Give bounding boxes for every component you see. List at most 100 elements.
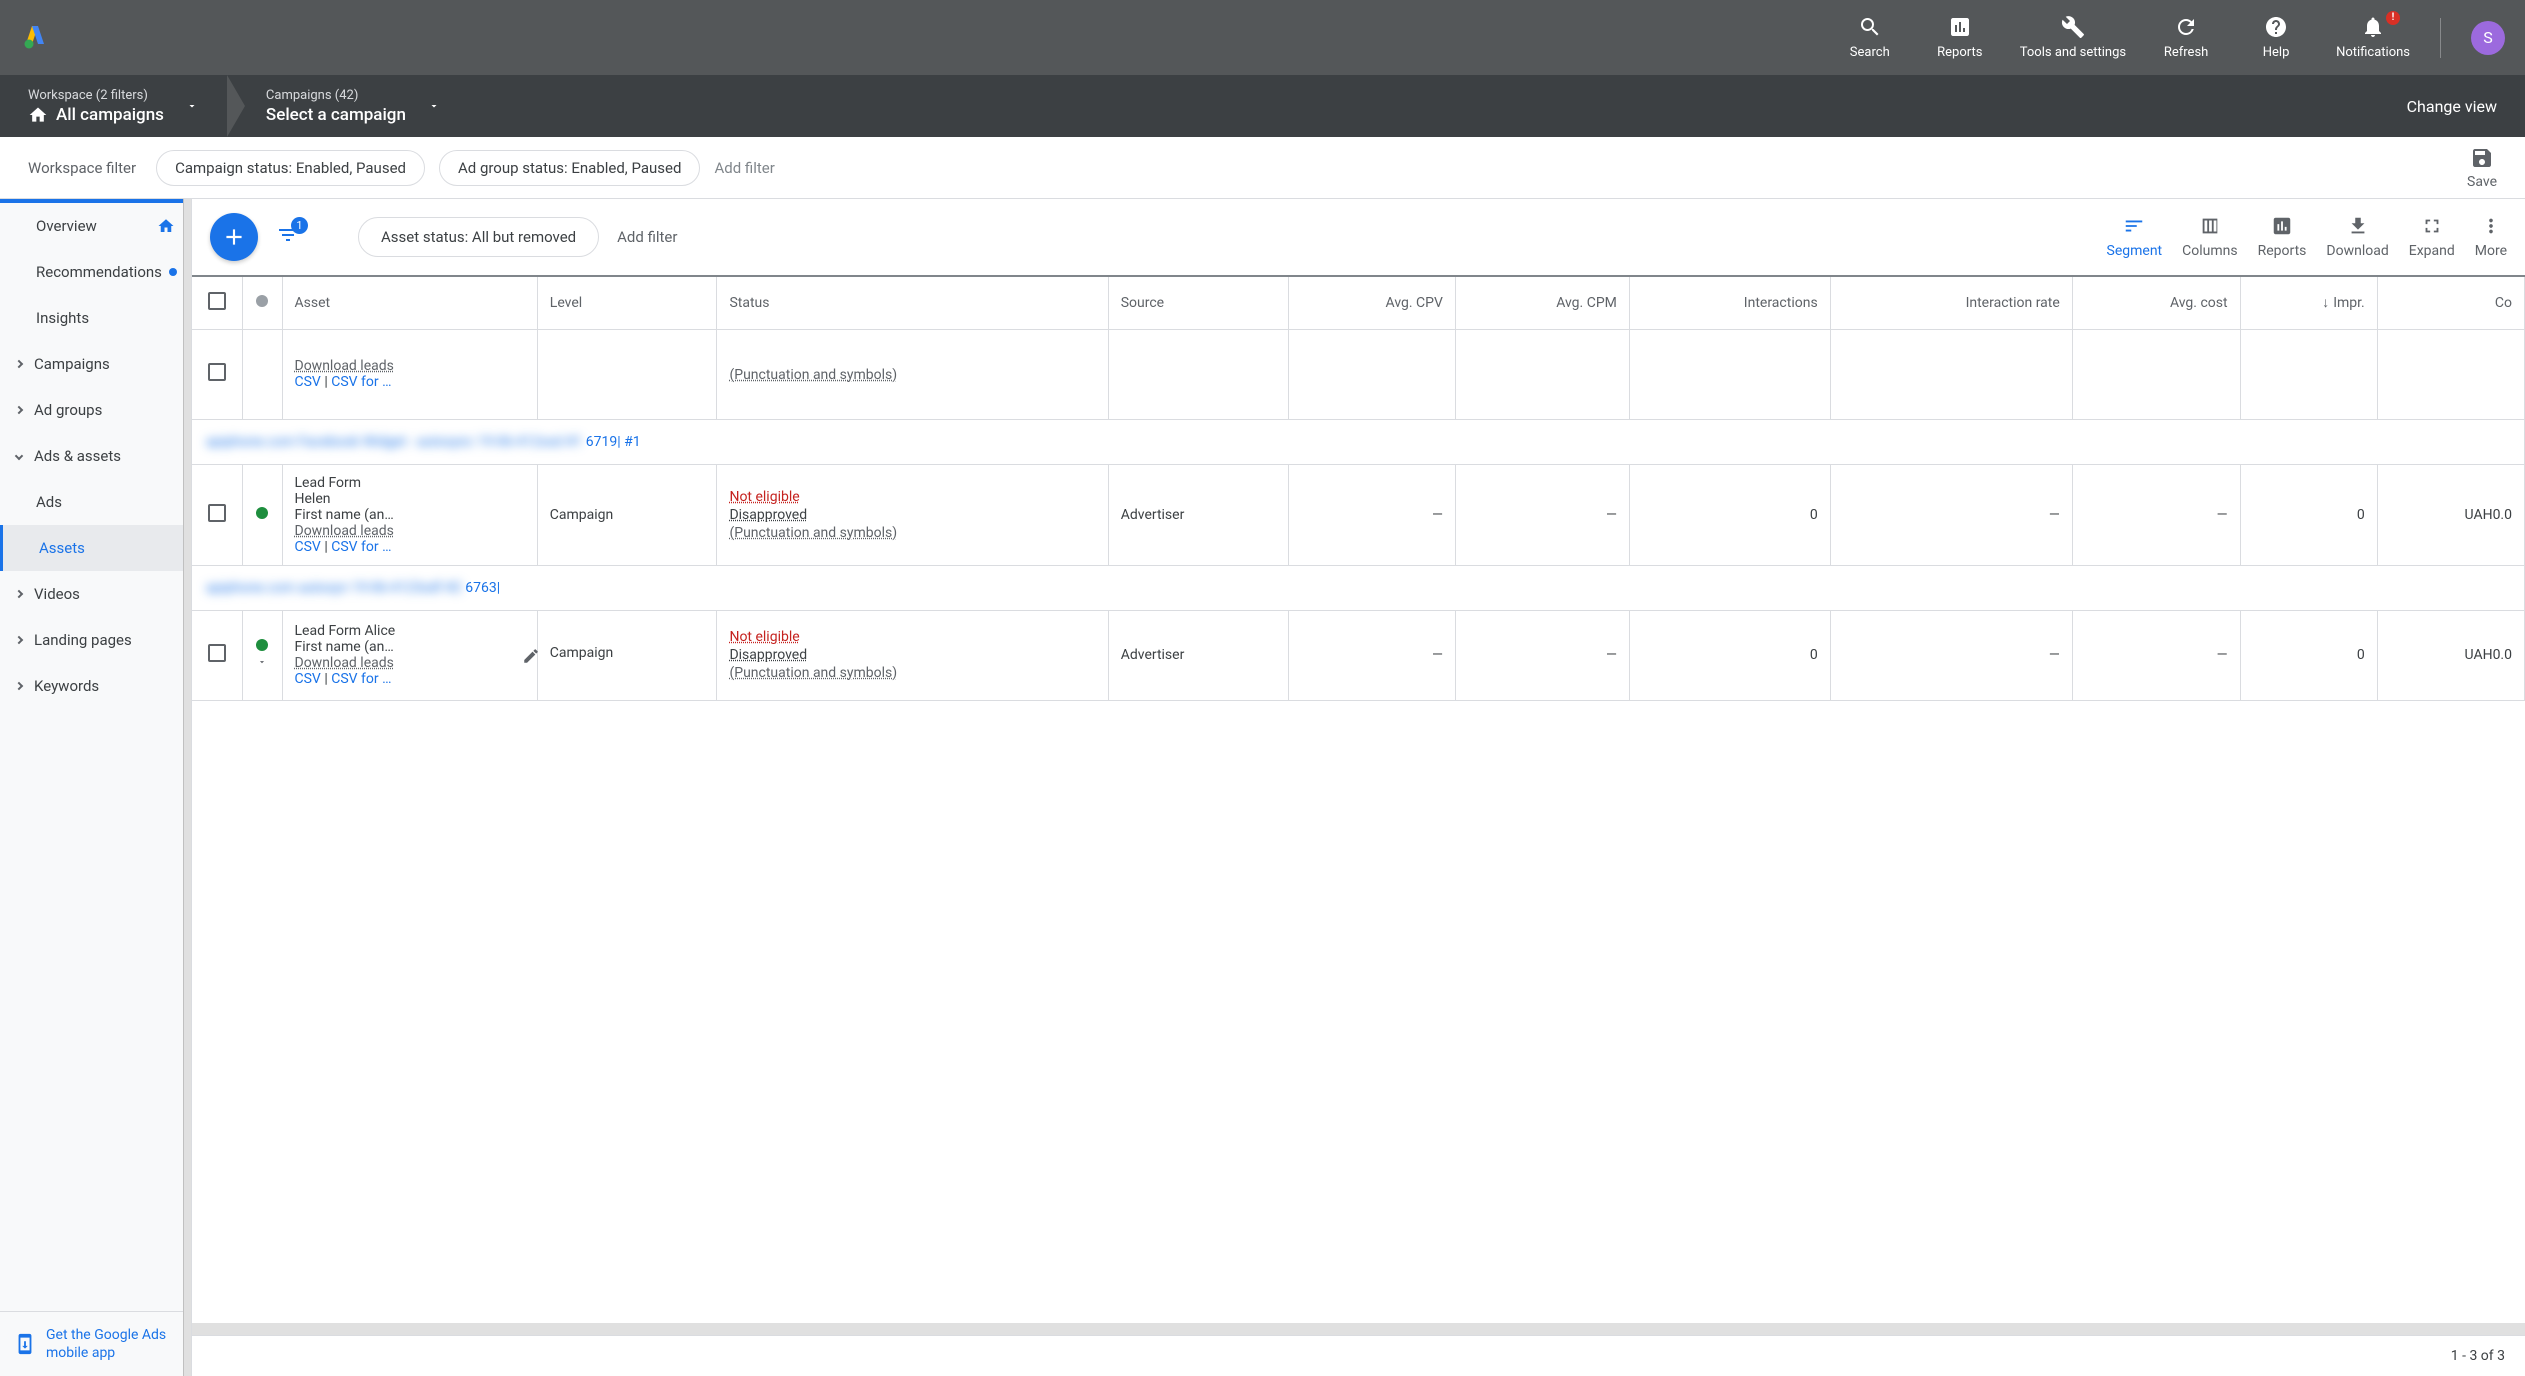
filter-count-badge: 1 <box>291 217 308 234</box>
group-suffix: 6719| #1 <box>586 434 641 450</box>
sidebar-item-campaigns[interactable]: Campaigns <box>0 341 191 387</box>
help-button[interactable]: Help <box>2246 15 2306 61</box>
reports-table-button[interactable]: Reports <box>2258 215 2307 259</box>
sidebar-resize-handle[interactable] <box>183 199 191 1376</box>
assets-table: Asset Level Status Source Avg. CPV Avg. … <box>192 277 2525 701</box>
horizontal-scrollbar[interactable] <box>192 1323 2525 1335</box>
columns-button[interactable]: Columns <box>2182 215 2237 259</box>
campaign-status-chip[interactable]: Campaign status: Enabled, Paused <box>156 150 425 186</box>
header-interaction-rate[interactable]: Interaction rate <box>1830 277 2072 329</box>
workspace-filter-label: Workspace filter <box>28 159 136 177</box>
sidebar-item-label: Ad groups <box>34 401 102 419</box>
download-button[interactable]: Download <box>2326 215 2388 259</box>
cost-cell: UAH0.0 <box>2377 610 2524 700</box>
header-source[interactable]: Source <box>1108 277 1288 329</box>
table-row: Lead Form Alice First name (an… Download… <box>192 610 2525 700</box>
chevron-down-icon[interactable] <box>257 657 267 667</box>
row-checkbox[interactable] <box>208 363 226 381</box>
reports-icon <box>1948 15 1972 39</box>
sidebar-subitem-assets[interactable]: Assets <box>0 525 191 571</box>
sidebar-subitem-ads[interactable]: Ads <box>0 479 191 525</box>
csv-for-link[interactable]: CSV for … <box>331 671 391 687</box>
sidebar-mobile-app-link[interactable]: Get the Google Ads mobile app <box>0 1311 191 1376</box>
sidebar-item-label: Campaigns <box>34 355 110 373</box>
interactions-cell: 0 <box>1629 610 1830 700</box>
header-impr[interactable]: ↓Impr. <box>2240 277 2377 329</box>
more-button[interactable]: More <box>2475 215 2507 259</box>
add-workspace-filter[interactable]: Add filter <box>714 159 774 177</box>
csv-for-link[interactable]: CSV for … <box>331 539 391 555</box>
sidebar-item-recommendations[interactable]: Recommendations <box>0 249 191 295</box>
refresh-button[interactable]: Refresh <box>2156 15 2216 61</box>
asset-status-chip[interactable]: Asset status: All but removed <box>358 217 599 257</box>
caret-icon <box>15 360 23 368</box>
filter-button[interactable]: 1 <box>276 223 300 251</box>
header-actions: Search Reports Tools and settings Refres… <box>1840 15 2505 61</box>
csv-link[interactable]: CSV <box>295 671 321 687</box>
not-eligible-label: Not eligible <box>729 489 799 505</box>
add-button[interactable] <box>210 213 258 261</box>
sidebar-item-landing-pages[interactable]: Landing pages <box>0 617 191 663</box>
caret-icon <box>15 452 23 460</box>
search-icon <box>1858 15 1882 39</box>
sidebar: Overview Recommendations Insights Campai… <box>0 199 192 1376</box>
avatar[interactable]: S <box>2471 21 2505 55</box>
sidebar-item-keywords[interactable]: Keywords <box>0 663 191 709</box>
sidebar-item-adgroups[interactable]: Ad groups <box>0 387 191 433</box>
sidebar-item-overview[interactable]: Overview <box>0 199 191 249</box>
save-icon <box>2470 146 2494 170</box>
table-scroll[interactable]: Asset Level Status Source Avg. CPV Avg. … <box>192 275 2525 1323</box>
csv-link[interactable]: CSV <box>295 539 321 555</box>
sidebar-item-ads-assets[interactable]: Ads & assets <box>0 433 191 479</box>
tools-label: Tools and settings <box>2020 45 2126 61</box>
more-icon <box>2480 215 2502 237</box>
csv-link[interactable]: CSV <box>295 374 321 390</box>
group-row[interactable]: apiphone.com Facebook Widget - autosync … <box>192 419 2525 464</box>
search-button[interactable]: Search <box>1840 15 1900 61</box>
csv-for-link[interactable]: CSV for … <box>331 374 391 390</box>
main-content: 1 Asset status: All but removed Add filt… <box>192 199 2525 1376</box>
tools-button[interactable]: Tools and settings <box>2020 15 2126 61</box>
asset-fields: First name (an… <box>295 639 394 655</box>
expand-label: Expand <box>2409 243 2455 259</box>
row-checkbox[interactable] <box>208 504 226 522</box>
bell-icon <box>2361 15 2385 39</box>
cpv-cell: — <box>1288 610 1455 700</box>
sidebar-item-insights[interactable]: Insights <box>0 295 191 341</box>
plus-icon <box>221 224 247 250</box>
table-toolbar: 1 Asset status: All but removed Add filt… <box>192 199 2525 275</box>
header-avg-cost[interactable]: Avg. cost <box>2072 277 2240 329</box>
asset-cell: Download leads CSV | CSV for … <box>282 329 537 419</box>
notifications-button[interactable]: ! Notifications <box>2336 15 2410 61</box>
header-asset[interactable]: Asset <box>282 277 537 329</box>
row-checkbox[interactable] <box>208 644 226 662</box>
group-row[interactable]: apiphone.com autosyn 19-06-4123sdf #2 67… <box>192 565 2525 610</box>
header-status-dot <box>242 277 282 329</box>
notification-badge: ! <box>2386 11 2400 25</box>
reports-button[interactable]: Reports <box>1930 15 1990 61</box>
header-status[interactable]: Status <box>717 277 1108 329</box>
edit-icon[interactable] <box>522 647 540 665</box>
header-cpm[interactable]: Avg. CPM <box>1455 277 1629 329</box>
reports-label: Reports <box>1937 45 1982 61</box>
breadcrumb-campaign[interactable]: Campaigns (42) Select a campaign <box>266 88 470 125</box>
sidebar-item-videos[interactable]: Videos <box>0 571 191 617</box>
header-cpv[interactable]: Avg. CPV <box>1288 277 1455 329</box>
change-view-button[interactable]: Change view <box>2407 97 2497 116</box>
status-cell: Not eligible Disapproved (Punctuation an… <box>717 610 1108 700</box>
header-cost[interactable]: Co <box>2377 277 2524 329</box>
header-level[interactable]: Level <box>537 277 717 329</box>
more-label: More <box>2475 243 2507 259</box>
add-table-filter[interactable]: Add filter <box>617 228 677 246</box>
header-divider <box>2440 18 2441 58</box>
save-filter-button[interactable]: Save <box>2467 146 2497 190</box>
segment-button[interactable]: Segment <box>2107 215 2163 259</box>
adgroup-status-chip[interactable]: Ad group status: Enabled, Paused <box>439 150 700 186</box>
expand-button[interactable]: Expand <box>2409 215 2455 259</box>
header-checkbox[interactable] <box>192 277 242 329</box>
status-reason: (Punctuation and symbols) <box>729 525 1095 541</box>
header-interactions[interactable]: Interactions <box>1629 277 1830 329</box>
asset-fields: First name (an… <box>295 507 394 523</box>
table-row: Lead Form Helen First name (an… Download… <box>192 464 2525 565</box>
breadcrumb-workspace[interactable]: Workspace (2 filters) All campaigns <box>28 88 228 125</box>
